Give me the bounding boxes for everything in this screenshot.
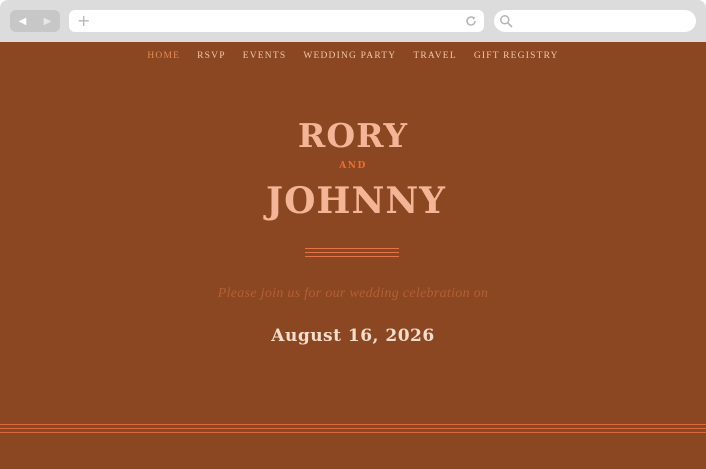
footer-divider-line xyxy=(0,424,706,425)
search-icon xyxy=(500,15,513,28)
divider-line xyxy=(305,252,399,253)
ornamental-divider xyxy=(305,248,399,257)
site-nav: HOME RSVP EVENTS WEDDING PARTY TRAVEL GI… xyxy=(0,51,706,61)
nav-link-home[interactable]: HOME xyxy=(147,51,180,61)
back-arrow-icon: ◀ xyxy=(18,15,27,27)
footer-divider-line xyxy=(0,428,706,429)
partner-two-name: JOHNNY xyxy=(266,180,446,222)
divider-line xyxy=(305,248,399,249)
plus-icon[interactable]: + xyxy=(77,10,90,32)
nav-link-rsvp[interactable]: RSVP xyxy=(197,51,226,61)
address-bar[interactable]: + xyxy=(69,10,484,32)
divider-line xyxy=(305,256,399,257)
nav-link-events[interactable]: EVENTS xyxy=(243,51,287,61)
partner-one-name: RORY xyxy=(297,116,409,155)
reload-icon[interactable] xyxy=(464,14,478,28)
nav-link-gift-registry[interactable]: GIFT REGISTRY xyxy=(474,51,559,61)
footer-divider-line xyxy=(0,432,706,433)
history-nav-group: ◀ ▶ xyxy=(10,10,60,32)
footer-divider xyxy=(0,424,706,434)
forward-button[interactable]: ▶ xyxy=(35,10,60,32)
nav-link-travel[interactable]: TRAVEL xyxy=(413,51,456,61)
browser-window: ◀ ▶ + HOME RSVP EVENTS WEDDING PARTY TRA… xyxy=(0,0,706,469)
browser-toolbar: ◀ ▶ + xyxy=(0,0,706,42)
wedding-site-page: HOME RSVP EVENTS WEDDING PARTY TRAVEL GI… xyxy=(0,42,706,469)
back-button[interactable]: ◀ xyxy=(10,10,35,32)
wedding-date: August 16, 2026 xyxy=(271,326,435,346)
invitation-line: Please join us for our wedding celebrati… xyxy=(217,286,489,301)
nav-link-wedding-party[interactable]: WEDDING PARTY xyxy=(303,51,396,61)
and-conjunction: AND xyxy=(339,161,367,171)
search-bar[interactable] xyxy=(494,10,696,32)
forward-arrow-icon: ▶ xyxy=(43,15,52,27)
